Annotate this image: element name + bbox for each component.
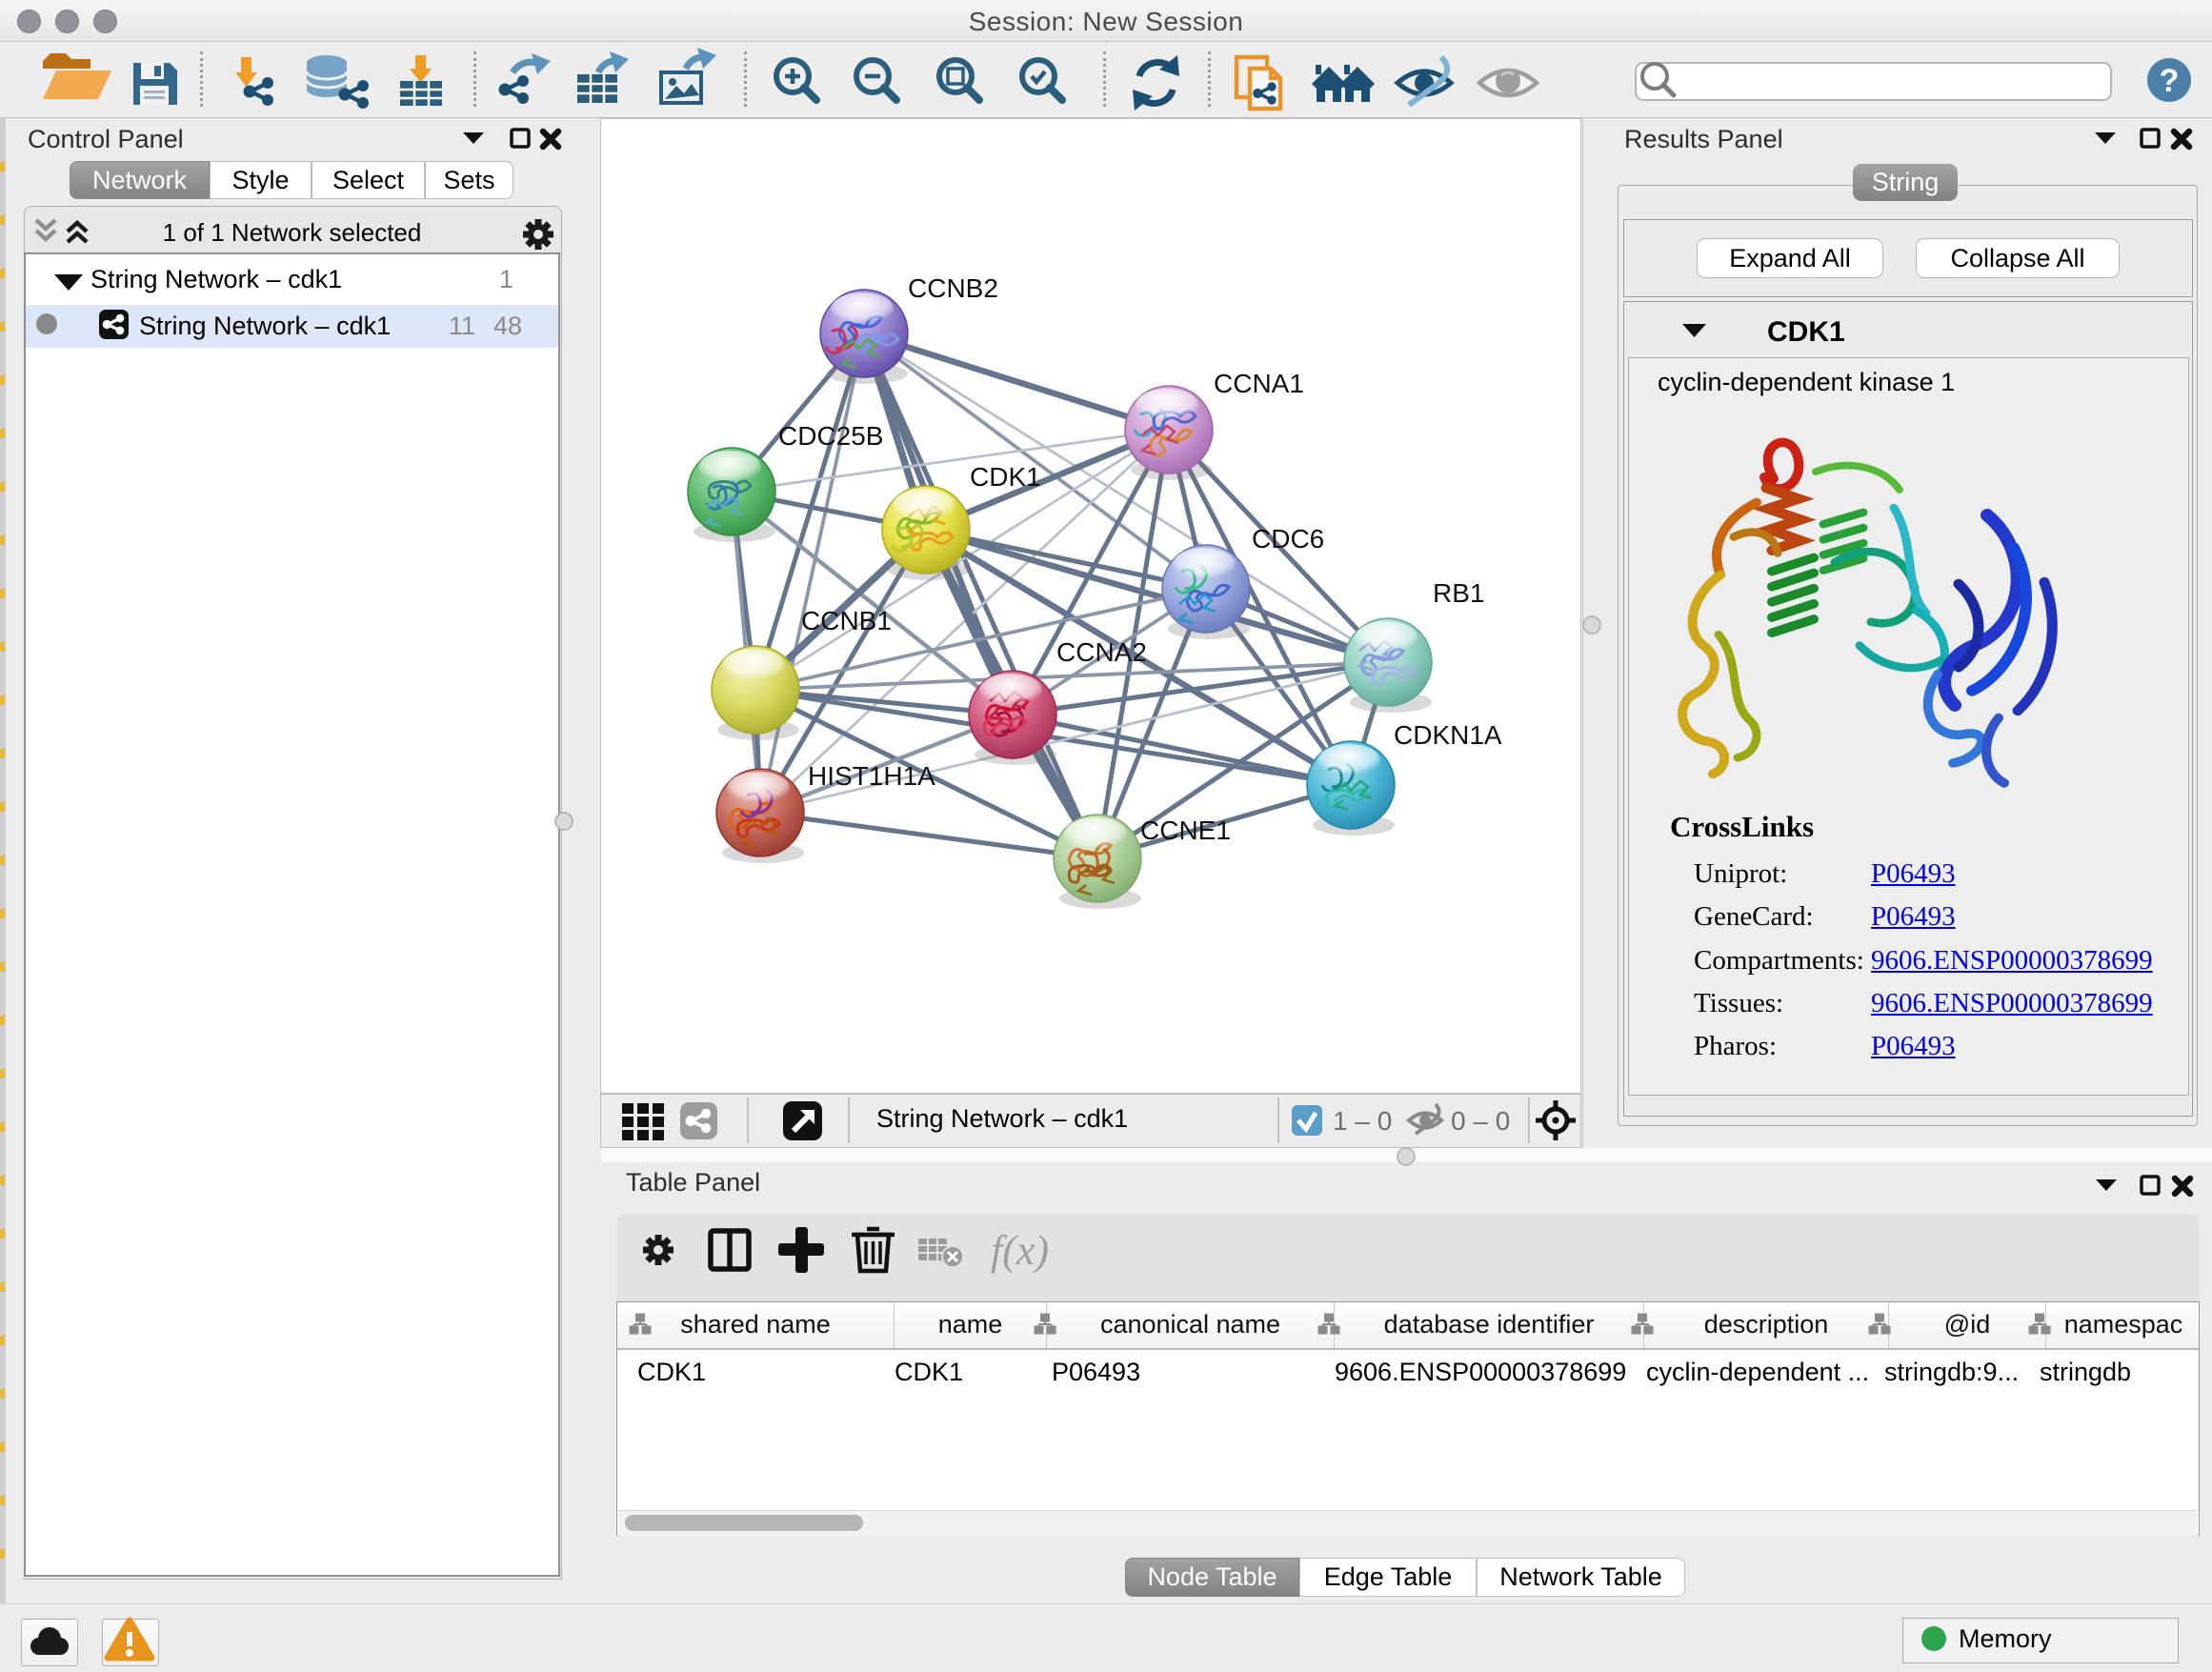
svg-text:?: ? — [2160, 63, 2180, 99]
svg-text:f(x): f(x) — [991, 1227, 1049, 1274]
svg-text:0 – 0: 0 – 0 — [1451, 1106, 1510, 1136]
svg-text:1 – 0: 1 – 0 — [1333, 1106, 1392, 1136]
